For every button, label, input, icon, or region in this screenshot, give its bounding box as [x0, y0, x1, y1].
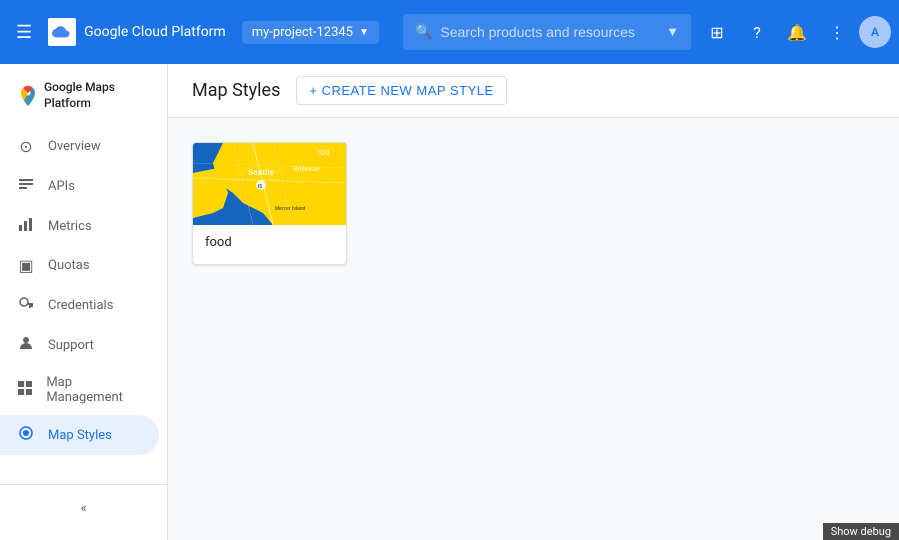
- sidebar-item-label-credentials: Credentials: [48, 298, 113, 313]
- sidebar-item-support[interactable]: Support: [0, 325, 159, 365]
- map-management-icon: [16, 380, 34, 400]
- apis-icon: [16, 176, 36, 196]
- sidebar-brand: Google Maps Platform: [0, 72, 167, 127]
- search-input[interactable]: [440, 24, 658, 40]
- cards-area: Seattle Bellevue Mercer Island I5 520 fo…: [168, 118, 899, 289]
- sidebar-bottom: «: [0, 484, 167, 532]
- style-card-food[interactable]: Seattle Bellevue Mercer Island I5 520 fo…: [192, 142, 347, 265]
- support-icon: [16, 335, 36, 355]
- map-thumbnail-food: Seattle Bellevue Mercer Island I5 520: [193, 143, 347, 225]
- console-icon[interactable]: ⊞: [699, 14, 735, 50]
- svg-text:I5: I5: [258, 184, 262, 190]
- avatar[interactable]: A: [859, 16, 891, 48]
- credentials-icon: [16, 295, 36, 315]
- sidebar-item-label-map-styles: Map Styles: [48, 428, 112, 443]
- sidebar-brand-text: Google Maps Platform: [44, 80, 151, 111]
- sidebar-item-label-apis: APIs: [48, 179, 75, 194]
- project-selector[interactable]: my-project-12345 ▼: [242, 21, 379, 44]
- app-name: Google Cloud Platform: [84, 24, 226, 40]
- sidebar-item-label-map-management: Map Management: [46, 375, 143, 405]
- sidebar-item-label-quotas: Quotas: [48, 258, 90, 273]
- content-area: Google Maps Platform ⊙ Overview APIs Met…: [0, 64, 899, 540]
- metrics-icon: [16, 216, 36, 236]
- svg-text:Bellevue: Bellevue: [293, 166, 320, 173]
- sidebar-item-label-overview: Overview: [48, 139, 101, 154]
- debug-bar[interactable]: Show debug: [823, 523, 899, 540]
- sidebar: Google Maps Platform ⊙ Overview APIs Met…: [0, 64, 168, 540]
- page-title: Map Styles: [192, 80, 280, 101]
- map-styles-icon: [16, 425, 36, 445]
- quotas-icon: ▣: [16, 256, 36, 275]
- main-content: Map Styles + CREATE NEW MAP STYLE: [168, 64, 899, 540]
- app-logo: Google Cloud Platform: [48, 18, 226, 46]
- topbar: ☰ Google Cloud Platform my-project-12345…: [0, 0, 899, 64]
- sidebar-item-label-support: Support: [48, 338, 94, 353]
- project-name: my-project-12345: [252, 25, 353, 40]
- sidebar-item-map-styles[interactable]: Map Styles: [0, 415, 159, 455]
- search-icon: 🔍: [415, 24, 432, 40]
- sidebar-item-metrics[interactable]: Metrics: [0, 206, 159, 246]
- search-bar[interactable]: 🔍 ▼: [403, 14, 691, 50]
- maps-logo-icon: [16, 84, 34, 108]
- card-label-food: food: [193, 225, 346, 264]
- more-options-icon[interactable]: ⋮: [819, 14, 855, 50]
- svg-text:Mercer Island: Mercer Island: [275, 206, 306, 212]
- project-dropdown-icon: ▼: [359, 27, 369, 38]
- sidebar-item-credentials[interactable]: Credentials: [0, 285, 159, 325]
- svg-text:Seattle: Seattle: [248, 168, 275, 177]
- menu-icon[interactable]: ☰: [8, 14, 40, 51]
- collapse-sidebar-button[interactable]: «: [0, 493, 167, 524]
- help-icon[interactable]: ?: [739, 14, 775, 50]
- svg-text:520: 520: [318, 150, 330, 157]
- sidebar-item-apis[interactable]: APIs: [0, 166, 159, 206]
- overview-icon: ⊙: [16, 137, 36, 156]
- sidebar-item-map-management[interactable]: Map Management: [0, 365, 159, 415]
- sidebar-item-quotas[interactable]: ▣ Quotas: [0, 246, 159, 285]
- sidebar-item-overview[interactable]: ⊙ Overview: [0, 127, 159, 166]
- topbar-right-icons: ⊞ ? 🔔 ⋮ A: [699, 14, 891, 50]
- create-new-map-style-button[interactable]: + CREATE NEW MAP STYLE: [296, 76, 506, 105]
- notifications-icon[interactable]: 🔔: [779, 14, 815, 50]
- search-dropdown-icon[interactable]: ▼: [666, 24, 679, 40]
- cloud-logo-icon: [48, 18, 76, 46]
- main-header: Map Styles + CREATE NEW MAP STYLE: [168, 64, 899, 118]
- sidebar-item-label-metrics: Metrics: [48, 219, 92, 234]
